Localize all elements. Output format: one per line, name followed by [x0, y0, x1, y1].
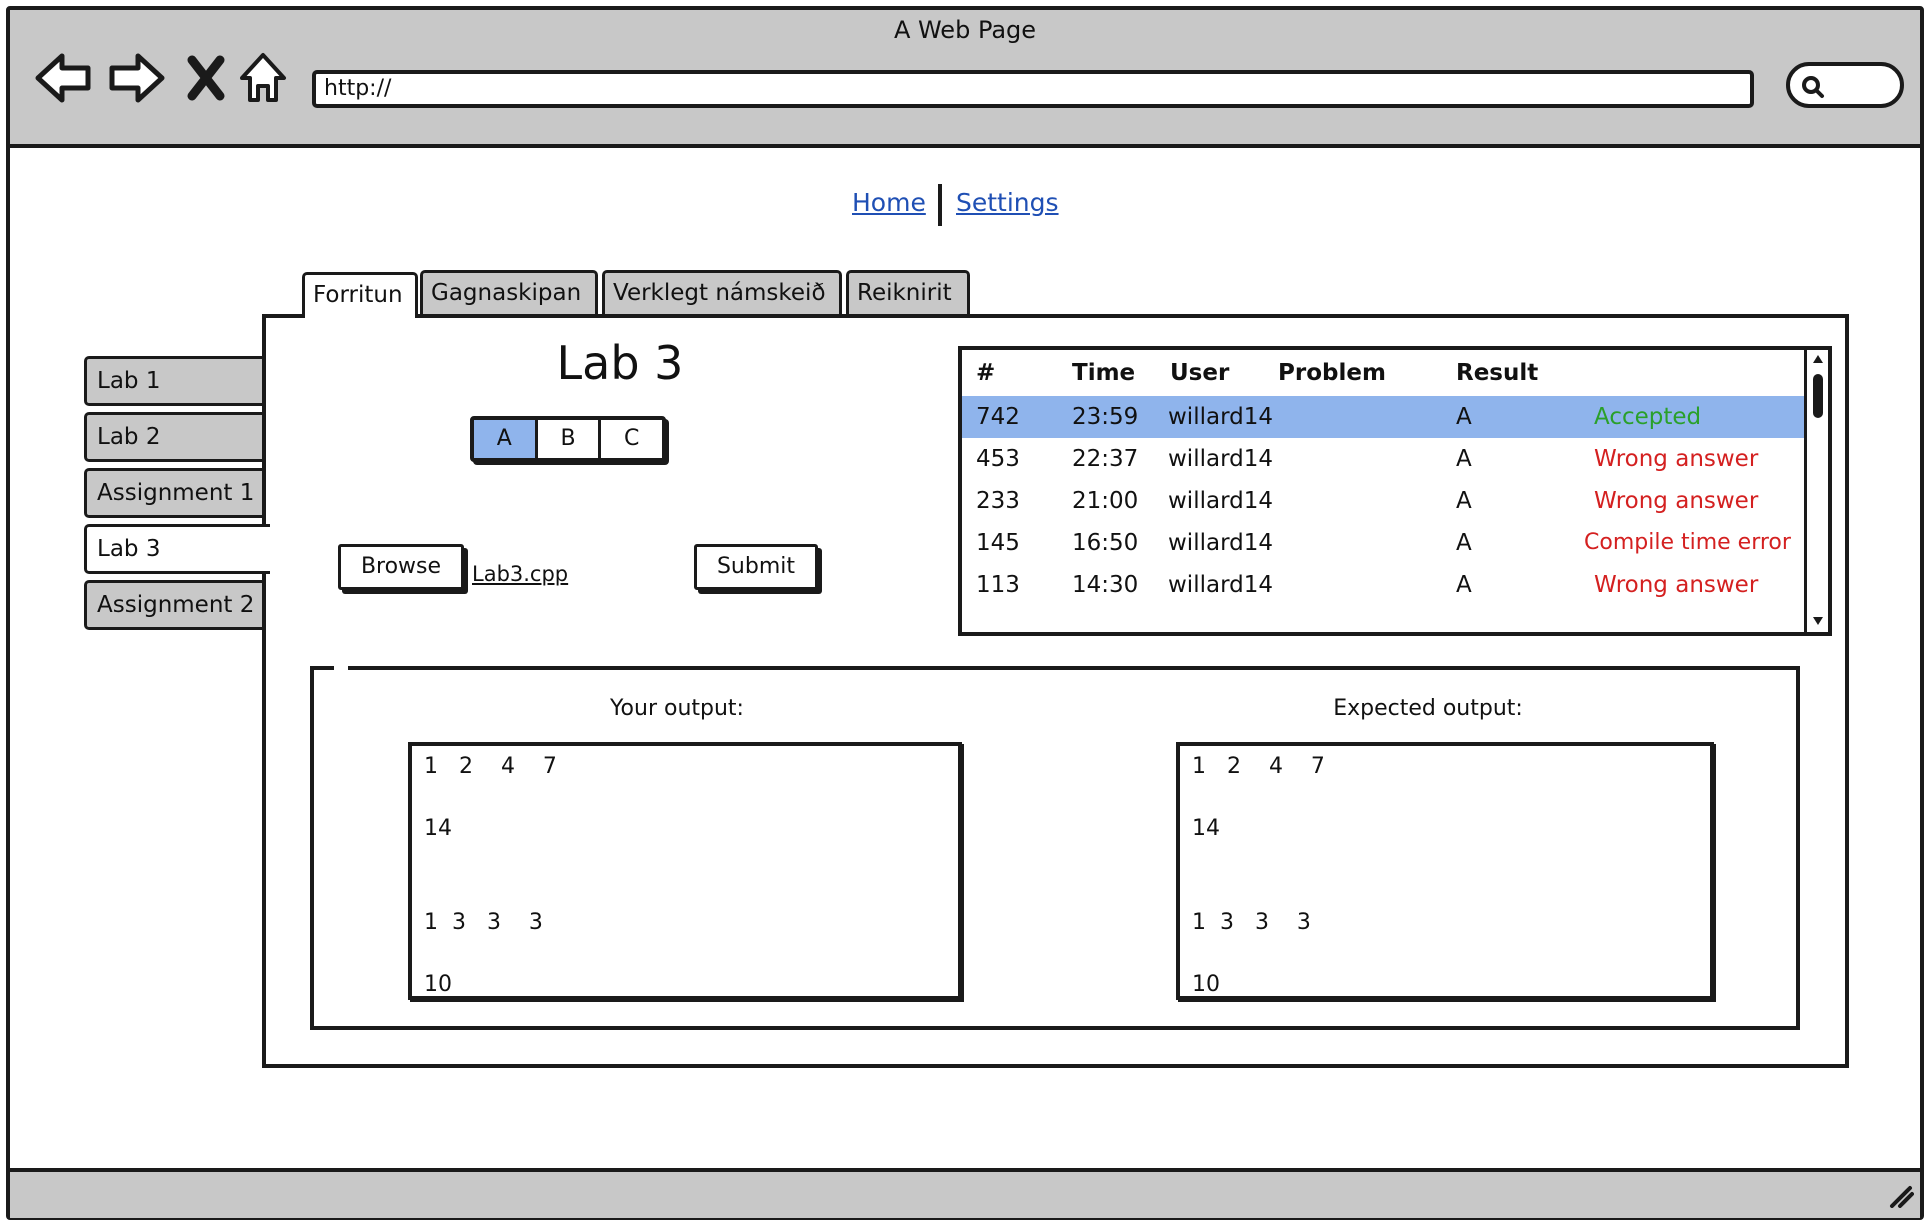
tab-label: Reiknirit: [857, 280, 952, 306]
cell-id: 233: [976, 488, 1020, 514]
lab-tab-label: Lab 2: [97, 424, 161, 450]
search-icon: [1802, 76, 1824, 98]
lab-tab-label: Assignment 1: [97, 480, 255, 506]
lab-tab-label: Assignment 2: [97, 592, 255, 618]
lab-tab-assignment-1[interactable]: Assignment 1: [84, 468, 268, 518]
tab-label: Verklegt námskeið: [613, 280, 826, 306]
lab-title: Lab 3: [556, 336, 684, 390]
lab-tab-lab-2[interactable]: Lab 2: [84, 412, 268, 462]
cell-id: 742: [976, 404, 1020, 430]
output-line: 1 3 3 3: [1192, 910, 1311, 935]
lab-tab-assignment-2[interactable]: Assignment 2: [84, 580, 268, 630]
cell-result: Wrong answer: [1594, 488, 1759, 514]
home-link[interactable]: Home: [852, 188, 926, 217]
cell-id: 145: [976, 530, 1020, 556]
output-line: 14: [424, 816, 452, 841]
cell-user: willard14: [1168, 404, 1273, 430]
tab-gagnaskipan[interactable]: Gagnaskipan: [420, 270, 598, 314]
expected-output-label: Expected output:: [1333, 696, 1523, 721]
lab-tab-label: Lab 1: [97, 368, 161, 394]
panel-border-gap: [334, 662, 348, 670]
cell-result: Wrong answer: [1594, 572, 1759, 598]
tab-label: Gagnaskipan: [431, 280, 582, 306]
browser-statusbar: [10, 1168, 1920, 1218]
scroll-up-icon[interactable]: [1811, 352, 1825, 366]
cell-user: willard14: [1168, 446, 1273, 472]
column-header-id: #: [976, 360, 996, 386]
output-line: 10: [424, 972, 452, 997]
column-header-problem: Problem: [1278, 360, 1386, 386]
cell-time: 16:50: [1072, 530, 1139, 556]
url-input[interactable]: http://: [312, 70, 1754, 108]
settings-link[interactable]: Settings: [956, 188, 1059, 217]
output-line: 1 2 4 7: [1192, 754, 1325, 779]
submissions-table: # Time User Problem Result 742 23:59 wil…: [958, 346, 1832, 636]
close-x-icon[interactable]: [186, 50, 226, 106]
search-input[interactable]: [1786, 62, 1904, 108]
cell-problem: A: [1456, 488, 1472, 514]
problem-a-button[interactable]: A: [474, 420, 538, 458]
table-row[interactable]: 742 23:59 willard14 A Accepted: [962, 396, 1804, 438]
column-header-time: Time: [1072, 360, 1136, 386]
your-output-label: Your output:: [610, 696, 744, 721]
nav-divider: [938, 184, 942, 226]
output-line: 1 2 4 7: [424, 754, 557, 779]
expected-output-box[interactable]: 1 2 4 7 14 1 3 3 3 10: [1176, 742, 1714, 1000]
table-scrollbar[interactable]: [1804, 350, 1828, 632]
tab-forritun[interactable]: Forritun: [302, 272, 418, 318]
cell-result: Compile time error: [1584, 530, 1791, 555]
forward-arrow-icon[interactable]: [108, 50, 166, 106]
table-row[interactable]: 145 16:50 willard14 A Compile time error: [962, 522, 1804, 564]
submit-button[interactable]: Submit: [694, 544, 818, 590]
lab-tab-label: Lab 3: [97, 536, 161, 562]
output-line: 1 3 3 3: [424, 910, 543, 935]
table-row[interactable]: 453 22:37 willard14 A Wrong answer: [962, 438, 1804, 480]
cell-result: Wrong answer: [1594, 446, 1759, 472]
cell-time: 14:30: [1072, 572, 1139, 598]
output-panel: Your output: Expected output: 1 2 4 7 14…: [310, 666, 1800, 1030]
tab-verklegt-namskeid[interactable]: Verklegt námskeið: [602, 270, 842, 314]
window-title: A Web Page: [893, 16, 1037, 44]
home-icon[interactable]: [238, 50, 288, 106]
cell-problem: A: [1456, 572, 1472, 598]
cell-user: willard14: [1168, 488, 1273, 514]
table-row[interactable]: 113 14:30 willard14 A Wrong answer: [962, 564, 1804, 606]
resize-grip-icon[interactable]: [1888, 1184, 1914, 1208]
cell-problem: A: [1456, 530, 1472, 556]
cell-time: 22:37: [1072, 446, 1139, 472]
cell-time: 21:00: [1072, 488, 1139, 514]
column-header-result: Result: [1456, 360, 1539, 386]
problem-selector: A B C: [470, 416, 666, 462]
problem-b-button[interactable]: B: [538, 420, 602, 458]
column-header-user: User: [1170, 360, 1230, 386]
tab-reiknirit[interactable]: Reiknirit: [846, 270, 970, 314]
tab-label: Forritun: [313, 282, 403, 308]
cell-id: 453: [976, 446, 1020, 472]
lab-tab-lab-1[interactable]: Lab 1: [84, 356, 268, 406]
output-line: 10: [1192, 972, 1220, 997]
table-row[interactable]: 233 21:00 willard14 A Wrong answer: [962, 480, 1804, 522]
browse-button[interactable]: Browse: [338, 544, 464, 590]
problem-c-button[interactable]: C: [601, 420, 662, 458]
scroll-down-icon[interactable]: [1811, 614, 1825, 628]
scroll-thumb[interactable]: [1813, 374, 1823, 418]
cell-time: 23:59: [1072, 404, 1139, 430]
cell-problem: A: [1456, 404, 1472, 430]
file-name-link[interactable]: Lab3.cpp: [472, 562, 568, 586]
your-output-box[interactable]: 1 2 4 7 14 1 3 3 3 10: [408, 742, 962, 1000]
output-line: 14: [1192, 816, 1220, 841]
lab-tab-lab-3[interactable]: Lab 3: [84, 524, 270, 574]
back-arrow-icon[interactable]: [34, 50, 92, 106]
cell-user: willard14: [1168, 530, 1273, 556]
cell-problem: A: [1456, 446, 1472, 472]
cell-id: 113: [976, 572, 1020, 598]
cell-result: Accepted: [1594, 404, 1702, 430]
cell-user: willard14: [1168, 572, 1273, 598]
